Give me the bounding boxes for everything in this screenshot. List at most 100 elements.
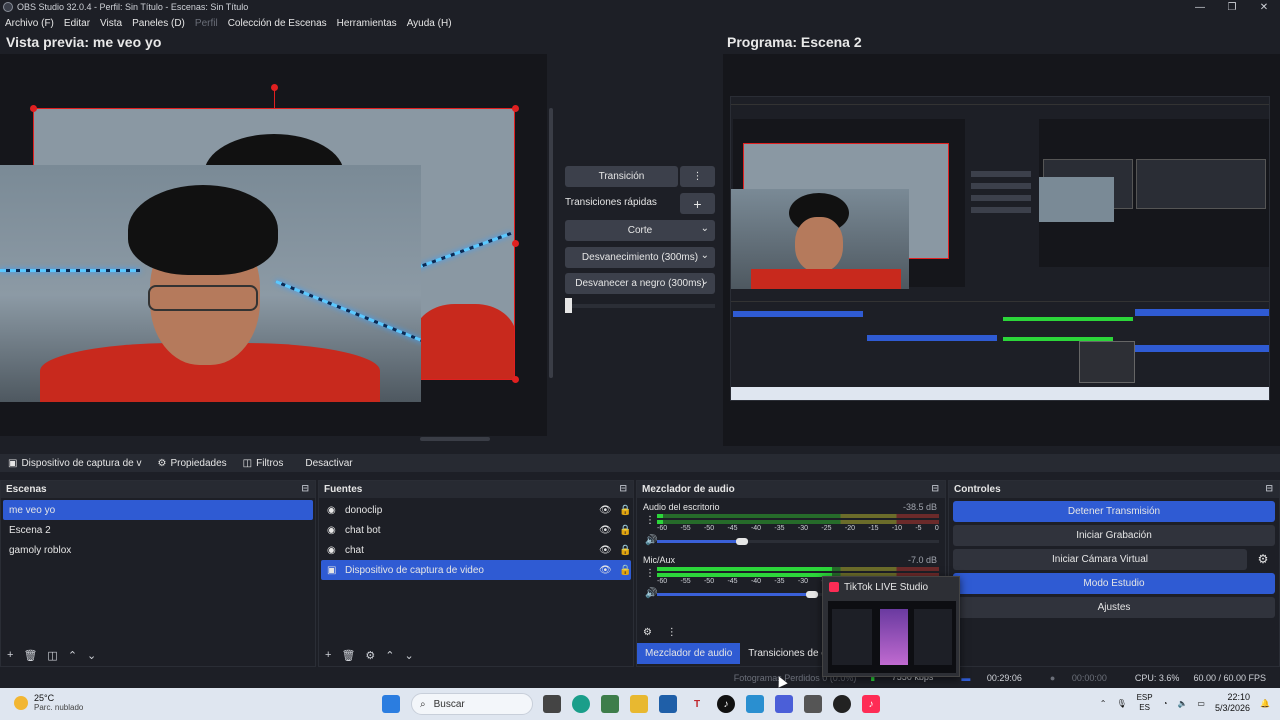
move-down-icon[interactable]: ⌄	[87, 649, 96, 662]
popup-thumbnail[interactable]	[828, 601, 956, 673]
studio-mode-button[interactable]: Modo Estudio	[953, 573, 1275, 594]
preview-vertical-scrollbar[interactable]	[549, 108, 553, 378]
scene-item[interactable]: gamoly roblox	[3, 540, 313, 560]
filters-button[interactable]: ◫ Filtros	[235, 454, 292, 472]
taskbar-preview-popup[interactable]: TikTok LIVE Studio	[822, 576, 960, 677]
transition-more-button[interactable]: ⋮	[680, 166, 715, 187]
menu-ayuda[interactable]: Ayuda (H)	[402, 18, 457, 29]
taskbar-clock[interactable]: 22:10 5/3/2026	[1215, 692, 1250, 714]
language-indicator[interactable]: ESP ES	[1137, 693, 1153, 713]
speaker-icon[interactable]: 🔊	[645, 588, 657, 599]
resize-handle-tr[interactable]	[512, 105, 519, 112]
tab-audio-mixer[interactable]: Mezclador de audio	[637, 643, 741, 664]
scene-item[interactable]: Escena 2	[3, 520, 313, 540]
trash-icon[interactable]: 🗑	[23, 649, 37, 662]
add-scene-icon[interactable]: +	[7, 649, 13, 661]
dock-float-icon[interactable]: ⊟	[931, 483, 939, 494]
visibility-eye-icon[interactable]: 👁	[599, 565, 612, 576]
start-virtual-camera-button[interactable]: Iniciar Cámara Virtual	[953, 549, 1247, 570]
channel-menu-icon[interactable]: ⋮	[645, 568, 655, 579]
add-quick-transition-button[interactable]: +	[680, 193, 715, 214]
deactivate-button[interactable]: Desactivar	[291, 454, 360, 472]
menu-vista[interactable]: Vista	[95, 18, 127, 29]
dock-float-icon[interactable]: ⊟	[1265, 483, 1273, 494]
weather-widget[interactable]: 25°C Parc. nublado	[14, 693, 83, 713]
copilot-icon[interactable]	[601, 695, 619, 713]
lock-icon[interactable]: 🔒	[619, 545, 631, 556]
tray-chevron-up-icon[interactable]: ⌃	[1100, 699, 1107, 708]
battery-icon[interactable]: ▭	[1197, 699, 1205, 708]
cpu-usage: CPU: 3.6%	[1134, 672, 1180, 683]
taskbar-search-box[interactable]: ⌕ Buscar	[411, 693, 533, 715]
scene-item[interactable]: me veo yo	[3, 500, 313, 520]
resize-handle-r[interactable]	[512, 240, 519, 247]
obs-taskbar-icon[interactable]	[833, 695, 851, 713]
menu-perfil[interactable]: Perfil	[190, 18, 223, 29]
text-app-icon[interactable]: T	[688, 695, 706, 713]
channel-menu-icon[interactable]: ⋮	[645, 515, 655, 526]
notes-app-icon[interactable]	[746, 695, 764, 713]
move-up-icon[interactable]: ⌃	[68, 649, 77, 662]
calculator-icon[interactable]	[804, 695, 822, 713]
source-item[interactable]: ▣ Dispositivo de captura de video 👁 🔒	[321, 560, 631, 580]
volume-slider[interactable]	[657, 538, 939, 545]
minimize-button[interactable]: —	[1184, 2, 1216, 13]
stop-streaming-button[interactable]: Detener Transmisión	[953, 501, 1275, 522]
advanced-audio-icon[interactable]: ⚙	[643, 627, 652, 638]
discord-icon[interactable]	[775, 695, 793, 713]
lock-icon[interactable]: 🔒	[619, 505, 631, 516]
transition-button[interactable]: Transición	[565, 166, 678, 187]
quick-transition-fade[interactable]: Desvanecimiento (300ms) ⌄	[565, 247, 715, 268]
visibility-eye-icon[interactable]: 👁	[599, 525, 612, 536]
trash-icon[interactable]: 🗑	[341, 649, 355, 662]
properties-button[interactable]: ⚙ Propiedades	[150, 454, 235, 472]
menu-archivo[interactable]: Archivo (F)	[0, 18, 59, 29]
volume-knob[interactable]	[806, 591, 819, 598]
menu-editar[interactable]: Editar	[59, 18, 95, 29]
add-source-icon[interactable]: +	[325, 649, 331, 661]
dock-float-icon[interactable]: ⊟	[619, 483, 627, 494]
source-item[interactable]: ◉ chat 👁 🔒	[321, 540, 631, 560]
source-item[interactable]: ◉ donoclip 👁 🔒	[321, 500, 631, 520]
gear-icon[interactable]: ⚙	[365, 649, 375, 662]
microphone-icon[interactable]: 🎙	[1116, 699, 1126, 708]
virtual-camera-settings-gear-icon[interactable]: ⚙	[1252, 552, 1274, 570]
menu-herramientas[interactable]: Herramientas	[332, 18, 402, 29]
tiktok-app-icon[interactable]: ♪	[717, 695, 735, 713]
move-down-icon[interactable]: ⌄	[405, 649, 414, 662]
tiktok-live-studio-icon[interactable]: ♪	[862, 695, 880, 713]
tbar-slider-handle[interactable]	[565, 298, 572, 313]
close-button[interactable]: ✕	[1248, 2, 1280, 13]
quick-transition-fade-black[interactable]: Desvanecer a negro (300ms) ⌄	[565, 273, 715, 294]
file-explorer-icon[interactable]	[543, 695, 561, 713]
quick-transition-cut[interactable]: Corte ⌄	[565, 220, 715, 241]
lock-icon[interactable]: 🔒	[619, 565, 631, 576]
preview-horizontal-scrollbar[interactable]	[420, 437, 490, 441]
visibility-eye-icon[interactable]: 👁	[599, 505, 612, 516]
windows-start-icon[interactable]	[382, 695, 400, 713]
visibility-eye-icon[interactable]: 👁	[599, 545, 612, 556]
start-recording-button[interactable]: Iniciar Grabación	[953, 525, 1275, 546]
edge-browser-icon[interactable]	[572, 695, 590, 713]
source-item[interactable]: ◉ chat bot 👁 🔒	[321, 520, 631, 540]
mixer-menu-icon[interactable]: ⋮	[667, 627, 677, 638]
maximize-button[interactable]: ❐	[1216, 2, 1248, 13]
menu-coleccion-escenas[interactable]: Colección de Escenas	[223, 18, 332, 29]
settings-button[interactable]: Ajustes	[953, 597, 1275, 618]
notification-bell-icon[interactable]: 🔔	[1260, 699, 1270, 708]
volume-knob[interactable]	[735, 538, 748, 545]
resize-handle-tl[interactable]	[30, 105, 37, 112]
resize-handle-br[interactable]	[512, 376, 519, 383]
wifi-icon[interactable]: ◔	[1163, 699, 1168, 708]
volume-icon[interactable]: 🔈	[1177, 699, 1187, 708]
system-tray: ⌃ 🎙 ESP ES ◔ 🔈 ▭ 22:10 5/3/2026 🔔	[1090, 692, 1270, 714]
scene-filters-icon[interactable]: ◫	[47, 649, 57, 662]
move-up-icon[interactable]: ⌃	[385, 649, 394, 662]
tbar-slider-track[interactable]	[565, 304, 715, 308]
store-icon[interactable]	[659, 695, 677, 713]
folder-icon[interactable]	[630, 695, 648, 713]
lock-icon[interactable]: 🔒	[619, 525, 631, 536]
dock-float-icon[interactable]: ⊟	[301, 483, 309, 494]
speaker-icon[interactable]: 🔊	[645, 535, 657, 546]
menu-paneles[interactable]: Paneles (D)	[127, 18, 190, 29]
